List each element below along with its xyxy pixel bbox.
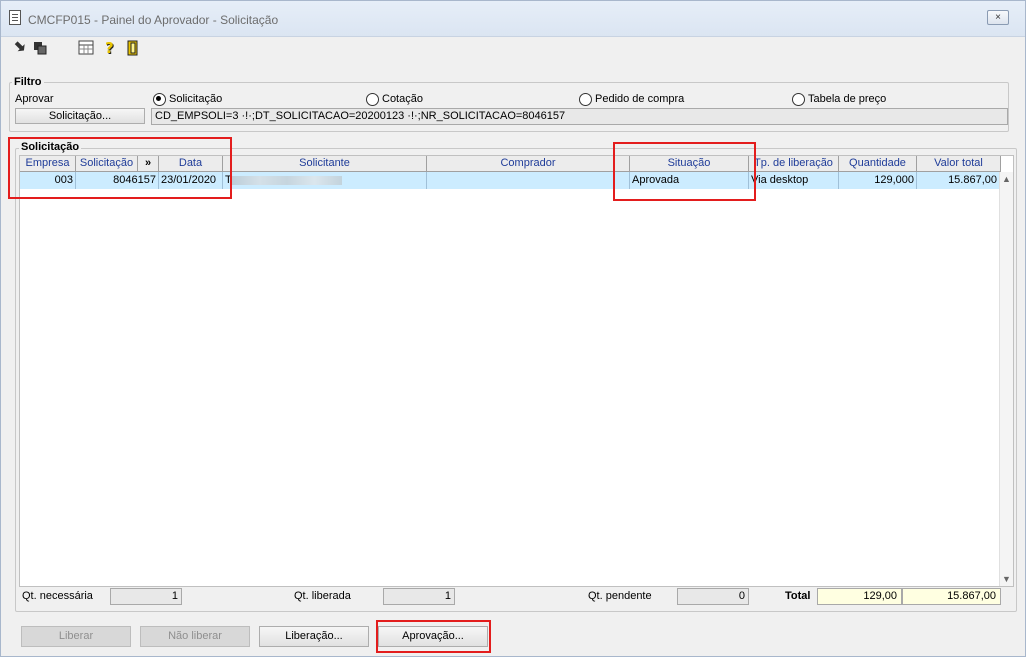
vertical-scrollbar[interactable]: ▲ ▼ (999, 172, 1013, 586)
radio-pedido-de-compra[interactable]: Pedido de compra (579, 92, 684, 106)
cell-comprador (427, 172, 630, 189)
enter-icon[interactable] (11, 40, 27, 56)
col-header-comprador[interactable]: Comprador (427, 156, 630, 172)
approve-label: Aprovar (15, 93, 54, 105)
annotation-box-aprovacao (376, 620, 491, 653)
app-window: CMCFP015 - Painel do Aprovador - Solicit… (0, 0, 1026, 657)
qt-necessaria-label: Qt. necessária (22, 590, 93, 602)
solicitacao-grid[interactable]: Empresa Solicitação » Data Solicitante C… (19, 155, 1014, 587)
qt-necessaria-field: 1 (110, 588, 182, 605)
cell-valor-total: 15.867,00 (917, 172, 1000, 189)
cell-tp-liberacao: Via desktop (749, 172, 839, 189)
annotation-box-situacao (613, 142, 756, 201)
exit-door-icon[interactable] (125, 40, 141, 56)
scroll-down-icon[interactable]: ▼ (1002, 574, 1011, 584)
liberacao-button[interactable]: Liberação... (259, 626, 369, 647)
qt-pendente-label: Qt. pendente (588, 590, 652, 602)
total-label: Total (785, 590, 811, 602)
close-button[interactable]: × (987, 10, 1009, 25)
title-bar: CMCFP015 - Painel do Aprovador - Solicit… (1, 1, 1025, 37)
col-header-quantidade[interactable]: Quantidade (839, 156, 917, 172)
total-quantidade-field: 129,00 (817, 588, 902, 605)
cell-quantidade: 129,000 (839, 172, 917, 189)
svg-text:?: ? (105, 40, 114, 56)
radio-solicitacao[interactable]: Solicitação (153, 92, 222, 106)
nao-liberar-button[interactable]: Não liberar (140, 626, 250, 647)
document-icon (9, 10, 21, 25)
calculator-icon[interactable] (78, 40, 94, 56)
qt-liberada-label: Qt. liberada (294, 590, 351, 602)
scroll-up-icon[interactable]: ▲ (1002, 174, 1011, 184)
total-valor-field: 15.867,00 (902, 588, 1001, 605)
radio-tabela-de-preco[interactable]: Tabela de preço (792, 92, 886, 106)
solicitacao-filter-button[interactable]: Solicitação... (15, 108, 145, 124)
redacted-name (231, 175, 342, 185)
col-header-solicitante[interactable]: Solicitante (223, 156, 427, 172)
filter-query-field[interactable]: CD_EMPSOLI=3 ·!·;DT_SOLICITACAO=20200123… (151, 108, 1008, 125)
cell-solicitante: T (223, 172, 427, 189)
radio-cotacao[interactable]: Cotação (366, 92, 423, 106)
help-icon[interactable]: ?? (102, 39, 118, 58)
col-header-tp-liberacao[interactable]: Tp. de liberação (749, 156, 839, 172)
qt-pendente-field: 0 (677, 588, 749, 605)
window-title: CMCFP015 - Painel do Aprovador - Solicit… (28, 13, 279, 27)
filter-group-label: Filtro (12, 76, 44, 88)
annotation-box-key-columns (8, 137, 232, 199)
col-header-valor-total[interactable]: Valor total (917, 156, 1001, 172)
qt-liberada-field: 1 (383, 588, 455, 605)
copy-icon[interactable] (32, 40, 48, 56)
liberar-button[interactable]: Liberar (21, 626, 131, 647)
